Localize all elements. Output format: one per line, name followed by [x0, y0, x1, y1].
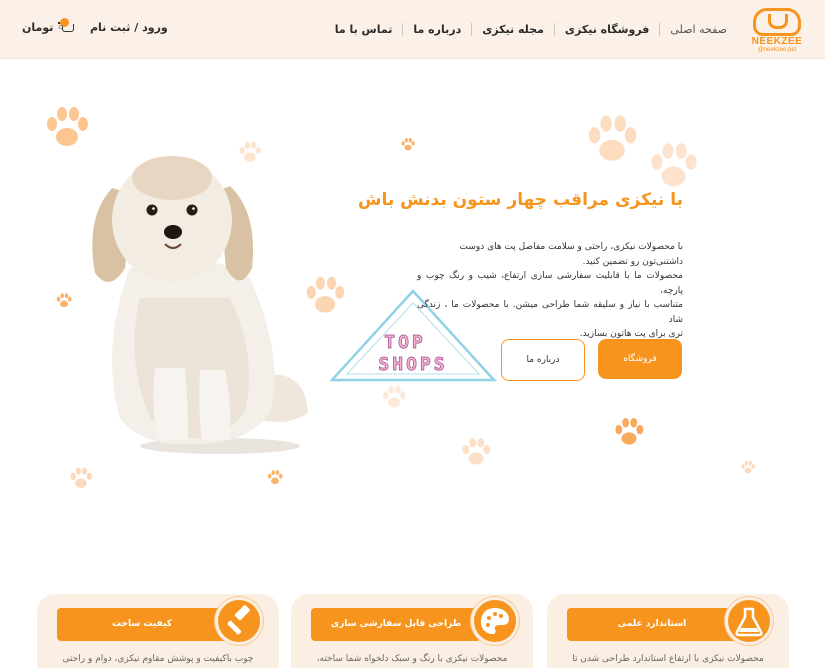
nav-contact[interactable]: تماس با ما	[325, 23, 403, 36]
hero-desc-line: داشتنی‌تون رو تضمین کنید.	[582, 256, 683, 267]
palette-icon	[471, 597, 519, 645]
watermark-line-2: SHOPS	[378, 354, 447, 375]
about-button[interactable]: درباره ما	[501, 339, 585, 381]
flask-icon	[725, 597, 773, 645]
paw-print-icon	[615, 418, 644, 445]
card-text: محصولات نیکزی با ارتفاع استاندارد طراحی …	[572, 654, 764, 664]
logo-name: NEEKZEE	[751, 36, 803, 47]
nav-about[interactable]: درباره ما	[402, 22, 471, 36]
paw-print-icon	[588, 115, 637, 161]
paw-print-icon	[56, 293, 72, 308]
nav-shop[interactable]: فروشگاه نیکزی	[553, 22, 660, 36]
brand-logo[interactable]: NEEKZEE @neekzee.pet	[751, 6, 803, 56]
nav-home[interactable]: صفحه اصلی	[659, 22, 737, 36]
hero-desc-line: متناسب با نیاز و سلیقه شما طراحی میشن. ب…	[417, 300, 683, 325]
cart-total: تومان ◦	[22, 21, 65, 34]
feature-card-standard: استاندارد علمی محصولات نیکزی با ارتفاع ا…	[547, 594, 789, 668]
card-text: چوب باکیفیت و پوشش مقاوم نیکزی، دوام و ر…	[62, 654, 254, 664]
paw-print-icon	[70, 467, 92, 488]
paw-print-icon	[267, 470, 283, 485]
dog-photo	[92, 156, 308, 454]
paw-print-icon	[382, 385, 406, 408]
feature-card-quality: کیفیت ساخت چوب باکیفیت و پوشش مقاوم نیکز…	[37, 594, 279, 668]
logo-domain: @neekzee.pet	[757, 47, 797, 53]
card-title: طراحی قابل سفارشی سازی	[311, 608, 481, 641]
card-title: استاندارد علمی	[567, 608, 737, 641]
hero-title: با نیکزی مراقب چهار ستون بدنش باش	[357, 190, 683, 210]
paw-print-icon	[462, 438, 491, 465]
paw-print-icon	[741, 460, 755, 474]
shop-button[interactable]: فروشگاه	[598, 339, 682, 379]
hero-desc-line: محصولات ما با قابلیت سفارشی سازی ارتفاع،…	[417, 271, 683, 296]
card-text: محصولات نیکزی با رنگ و سبک دلخواه شما سا…	[316, 654, 508, 664]
hero-desc-line: با محصولات نیکزی، راحتی و سلامت مفاصل پت…	[459, 242, 683, 252]
logo-mark-icon	[753, 8, 801, 36]
nav-magazine[interactable]: مجله نیکزی	[471, 22, 554, 36]
main-nav: صفحه اصلی فروشگاه نیکزی مجله نیکزی دربار…	[325, 19, 737, 39]
paw-print-icon	[401, 137, 415, 151]
hammer-icon	[215, 597, 263, 645]
hero-description: با محصولات نیکزی، راحتی و سلامت مفاصل پت…	[417, 240, 683, 342]
login-link[interactable]: ورود / ثبت نام	[90, 21, 168, 34]
feature-card-customizable: طراحی قابل سفارشی سازی محصولات نیکزی با …	[291, 594, 533, 668]
paw-print-icon	[651, 143, 697, 187]
card-title: کیفیت ساخت	[57, 608, 227, 641]
paw-print-icon	[47, 107, 88, 146]
site-header: NEEKZEE @neekzee.pet صفحه اصلی فروشگاه ن…	[0, 0, 825, 59]
